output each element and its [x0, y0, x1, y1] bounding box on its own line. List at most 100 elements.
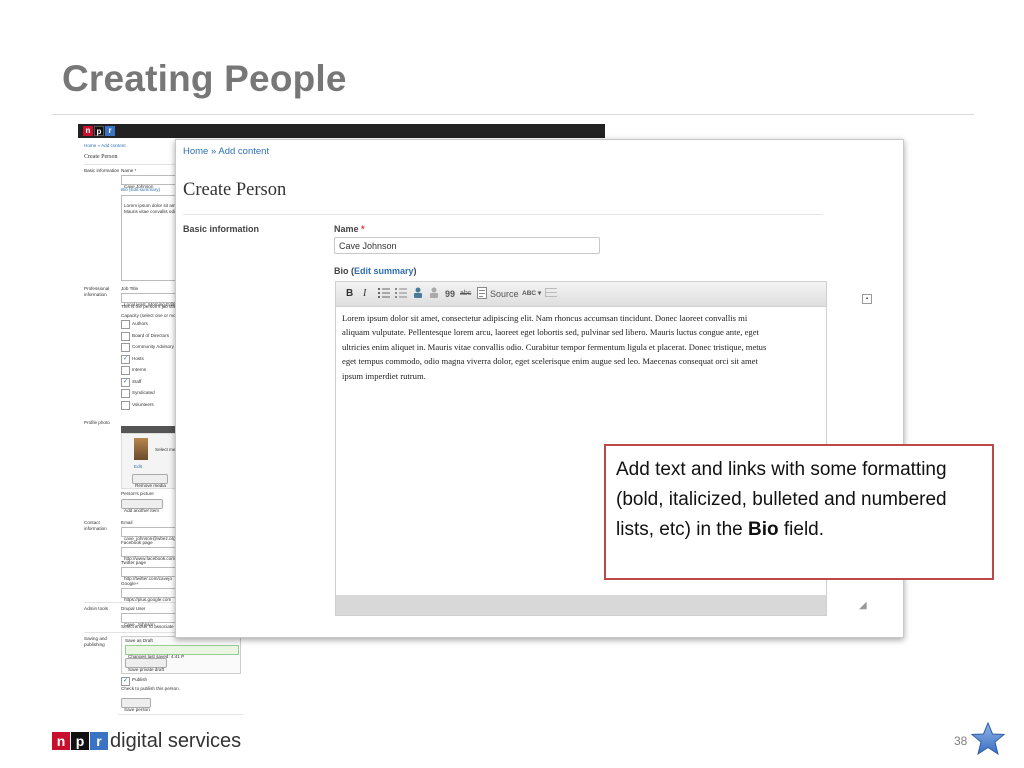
name-value: Cave Johnson [339, 241, 397, 251]
bg-save-person-label: Save person [124, 707, 150, 712]
bg-persons-picture: Person's picture [121, 491, 154, 496]
bg-drupal-user-input[interactable]: Cave_Johnson [121, 613, 183, 627]
bg-capacity-label: Interns [132, 367, 147, 372]
bg-facebook-input[interactable]: http://www.facebook.com [121, 547, 183, 561]
bg-divider [84, 164, 184, 165]
npr-logo-r: r [90, 732, 108, 750]
expand-icon[interactable]: ▪ [862, 294, 872, 304]
bg-capacity-checkbox[interactable]: ✓ [121, 377, 130, 387]
bg-capacity-label: Capacity (select one or more [121, 313, 180, 318]
star-icon [970, 722, 1006, 756]
bg-capacity-label: Staff [132, 378, 142, 384]
npr-logo-p: p [71, 732, 89, 750]
name-input[interactable]: Cave Johnson [334, 237, 600, 254]
source-button[interactable]: Source [490, 287, 519, 301]
bg-capacity-label: Board of Directors [132, 332, 170, 338]
bg-name-input[interactable]: Cave Johnson [121, 175, 183, 189]
bg-capacity-checkbox[interactable] [121, 343, 130, 352]
bg-capacity-checkbox[interactable] [121, 320, 130, 329]
bg-save-private-draft-button[interactable]: Save private draft [125, 658, 167, 672]
bg-add-another-item-label: Add another item [124, 508, 159, 513]
bulleted-list-icon[interactable] [378, 287, 390, 301]
bg-publish-checkbox[interactable]: ✓ [121, 677, 130, 686]
editor-statusbar [336, 595, 826, 615]
editor-toolbar: B I 99 abc Source ABC ▾ [336, 282, 826, 307]
bg-admin-label: Admin tools [84, 606, 109, 611]
resize-handle-icon[interactable]: ◢ [859, 600, 867, 611]
bio-text: Lorem ipsum dolor sit amet, consectetur … [342, 311, 866, 383]
bg-save-person-button[interactable]: Save person [121, 698, 151, 712]
page-heading: Create Person [183, 180, 287, 200]
bio-label: Bio (Edit summary) [334, 266, 417, 276]
bio-label-close: ) [413, 266, 417, 276]
bio-line-5: ipsum imperdiet rutrum. [342, 370, 426, 381]
bg-save-private-draft-label: Save private draft [128, 667, 165, 672]
format-icon[interactable] [545, 287, 557, 301]
edit-summary-link[interactable]: Edit summary [354, 266, 414, 276]
italic-button[interactable]: I [363, 287, 366, 301]
bg-capacity-checkbox[interactable] [121, 389, 130, 398]
bg-email-label: Email [121, 520, 133, 525]
bg-add-another-item-button[interactable]: Add another item [121, 499, 163, 513]
title-divider [52, 114, 974, 115]
unlink-icon[interactable] [428, 287, 440, 301]
bg-capacity-label: Hosts [132, 355, 144, 361]
bg-breadcrumb[interactable]: Home » Add content [84, 143, 126, 148]
slide-title: Creating People [62, 58, 347, 99]
spellcheck-label: ABC [522, 290, 537, 297]
callout-bold: Bio [748, 519, 779, 540]
blockquote-button[interactable]: 99 [445, 287, 455, 301]
bg-contact-label: Contact information [84, 520, 107, 531]
bg-capacity-checkbox[interactable] [121, 331, 130, 341]
bio-line-2: aliquam vulputate. Pellentesque lorem ar… [342, 327, 759, 338]
bg-draft-box: Save as Draft Changes last saved: 4:41 P… [121, 636, 241, 674]
bio-line-1: Lorem ipsum dolor sit amet, consectetur … [342, 313, 748, 323]
bio-label-text: Bio ( [334, 266, 354, 276]
bg-remove-media-label: Remove media [135, 483, 166, 488]
bg-bio-label[interactable]: Bio (Edit summary) [121, 187, 160, 192]
bg-job-title-label: Job Title [121, 286, 139, 291]
name-label-text: Name [334, 224, 359, 234]
bg-name-label: Name * [121, 168, 137, 173]
npr-logo-n: n [52, 732, 70, 750]
page-number: 38 [954, 734, 968, 748]
bg-image-header: Image [121, 426, 181, 439]
spellcheck-button[interactable]: ABC ▾ [522, 287, 541, 301]
basic-information-label: Basic information [183, 224, 260, 234]
bg-changes-saved-box: Changes last saved: 4:41 P [125, 645, 239, 659]
bg-basic-info-label: Basic information [84, 168, 120, 173]
breadcrumb[interactable]: Home » Add content [183, 146, 269, 157]
bg-googleplus-input[interactable]: https://plus.google.com [121, 588, 183, 602]
strikethrough-button[interactable]: abc [460, 287, 471, 301]
bg-capacity-label: Syndicated [132, 390, 155, 395]
link-icon[interactable] [412, 287, 424, 301]
required-mark: * [361, 224, 365, 234]
footer-text: digital services [110, 730, 242, 752]
bg-select-media[interactable]: Select me [155, 447, 175, 452]
bg-facebook-label: Facebook page [121, 540, 153, 545]
bg-googleplus-label: Google+ [121, 581, 139, 586]
bg-capacity-checkbox[interactable]: ✓ [121, 354, 130, 364]
bg-capacity-label: Authors [132, 321, 148, 326]
bg-profile-photo-label: Profile photo [84, 420, 110, 425]
bg-job-title-input[interactable]: Local Host, Morning Editio [121, 293, 183, 307]
bg-npr-p: p [94, 126, 104, 136]
bg-email-input[interactable]: cave_johnson@wbez.org [121, 527, 183, 541]
bg-npr-r: r [105, 126, 115, 136]
bg-image-widget: Select me Edit Remove media [121, 433, 183, 489]
numbered-list-icon[interactable] [395, 287, 407, 301]
bold-button[interactable]: B [346, 287, 353, 301]
bg-saving-label: Saving and publishing [84, 636, 107, 647]
callout-box: Add text and links with some formatting … [604, 444, 994, 580]
bg-drupal-user-label: Drupal User [121, 606, 146, 611]
source-icon[interactable] [477, 287, 487, 301]
bio-line-3: ultricies enim aliquet in. Mauris vitae … [342, 341, 767, 352]
bg-twitter-input[interactable]: http://twitter.com/cavejo [121, 567, 183, 581]
bg-drupal-user-hint: Select a user to associate with [121, 624, 184, 629]
callout-text-after: field. [778, 519, 825, 540]
bg-edit-link[interactable]: Edit [134, 464, 142, 469]
bg-capacity-checkbox[interactable] [121, 366, 130, 375]
bg-remove-media-button[interactable]: Remove media [132, 474, 168, 488]
bg-capacity-checkbox[interactable] [121, 400, 130, 410]
bg-capacity-label: Volunteers [132, 401, 154, 407]
